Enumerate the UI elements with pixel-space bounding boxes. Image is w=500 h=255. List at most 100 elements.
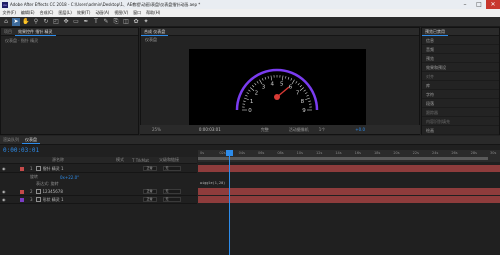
layer-bar-1[interactable] <box>198 165 500 172</box>
eraser-icon[interactable]: ◫ <box>122 18 130 26</box>
layer-row-1[interactable]: ◉ 1 指针 精灵 1 正常 无 <box>0 165 197 173</box>
layer-name[interactable]: 形状 精灵 1 <box>43 197 113 203</box>
expression-property[interactable]: 表达式: 旋转 <box>36 181 59 187</box>
time-ruler[interactable]: 0s 02s 04s 06s 08s 10s 12s 14s 16s 18s 20s 22s 24s 26… <box>198 150 500 162</box>
layer-mode-select[interactable]: 正常 <box>142 189 157 194</box>
menu-composition[interactable]: 合成(C) <box>37 10 56 16</box>
puppet-icon[interactable]: ✦ <box>142 18 150 26</box>
tab-effect-controls[interactable]: 效果控件 指针 精灵 <box>15 28 56 36</box>
viewer-subtab[interactable]: 仪表盘 <box>141 36 419 44</box>
panel-preview[interactable]: 预览 <box>422 54 499 63</box>
shape-layer-icon <box>35 166 41 171</box>
window-title: Adobe After Effects CC 2018 - C:\Users\a… <box>10 1 201 7</box>
ruler-label: 16s <box>354 151 361 155</box>
layer-row-3[interactable]: ◉ 3 形状 精灵 1 正常 无 <box>0 196 197 204</box>
rectangle-icon[interactable]: ▭ <box>72 18 80 26</box>
ruler-label: 0s <box>200 151 205 155</box>
work-area-bar[interactable] <box>198 157 488 160</box>
camera-icon[interactable]: ◰ <box>52 18 60 26</box>
tab-project[interactable]: 项目 <box>1 28 15 36</box>
menu-file[interactable]: 文件(F) <box>0 10 18 16</box>
layer-name[interactable]: 指针 精灵 1 <box>43 166 113 172</box>
label-color-swatch[interactable] <box>19 189 24 194</box>
ruler-label: 24s <box>432 151 439 155</box>
layer-parent-select[interactable]: 无 <box>162 166 181 171</box>
panel-paragraph[interactable]: 段落 <box>422 99 499 108</box>
pen-icon[interactable]: ✒ <box>82 18 90 26</box>
ruler-label: 10s <box>296 151 303 155</box>
layer-mode-select[interactable]: 正常 <box>142 197 157 202</box>
panel-libraries[interactable]: 库 <box>422 81 499 90</box>
hand-icon[interactable]: ✋ <box>22 18 30 26</box>
brush-icon[interactable]: ✎ <box>102 18 110 26</box>
home-icon[interactable]: ⌂ <box>2 18 10 26</box>
camera-select[interactable]: 活动摄像机 <box>289 127 309 133</box>
ruler-label: 26s <box>451 151 458 155</box>
playhead-handle[interactable] <box>226 150 233 156</box>
panel-character[interactable]: 字符 <box>422 90 499 99</box>
layer-mode-select[interactable]: 正常 <box>142 166 157 171</box>
viewer-timecode[interactable]: 0:00:03:01 <box>199 127 221 132</box>
layer-parent-select[interactable]: 无 <box>162 189 181 194</box>
visibility-eye-icon[interactable]: ◉ <box>2 166 6 171</box>
ruler-label: 04s <box>238 151 245 155</box>
visibility-eye-icon[interactable]: ◉ <box>2 197 6 202</box>
menu-edit[interactable]: 编辑(E) <box>18 10 37 16</box>
layer-number: 1 <box>29 166 33 171</box>
tab-timeline-comp[interactable]: 仪表盘 <box>22 136 40 144</box>
gauge-number: 8 <box>301 99 305 105</box>
minimize-button[interactable]: – <box>458 0 472 9</box>
panel-info[interactable]: 信息 <box>422 36 499 45</box>
viewer-tabs: 合成 仪表盘 <box>141 28 419 36</box>
clone-icon[interactable]: ⎘ <box>112 18 120 26</box>
tab-render-queue[interactable]: 渲染队列 <box>0 136 22 144</box>
menu-animation[interactable]: 动画(A) <box>93 10 112 16</box>
maximize-button[interactable]: □ <box>472 0 486 9</box>
close-button[interactable]: ✕ <box>486 0 500 9</box>
composition-canvas[interactable]: 0123456789 <box>189 49 366 125</box>
timeline-current-time[interactable]: 0:00:03:01 <box>3 147 39 154</box>
select-arrow-icon[interactable]: ➤ <box>12 17 20 26</box>
zoom-icon[interactable]: ⚲ <box>32 18 40 26</box>
ae-app-icon: Ae <box>2 1 8 8</box>
menu-view[interactable]: 视图(V) <box>112 10 131 16</box>
menu-help[interactable]: 帮助(H) <box>144 10 163 16</box>
gauge-tick <box>295 81 298 84</box>
panel-paint[interactable]: 绘画 <box>422 126 499 135</box>
resolution-select[interactable]: 完整 <box>261 127 269 133</box>
expression-text[interactable]: wiggle(1,20) <box>200 181 225 185</box>
rotation-value[interactable]: 0x+22.0° <box>60 175 79 180</box>
menu-layer[interactable]: 图层(L) <box>56 10 74 16</box>
layer-row-2[interactable]: ◉ 2 12345678 正常 无 <box>0 188 197 196</box>
panel-audio[interactable]: 音频 <box>422 45 499 54</box>
visibility-eye-icon[interactable]: ◉ <box>2 189 6 194</box>
panel-effects-presets[interactable]: 效果和预设 <box>422 63 499 72</box>
rotate-icon[interactable]: ↻ <box>42 18 50 26</box>
panel-align[interactable]: 对齐 <box>422 72 499 81</box>
layer-parent-select[interactable]: 无 <box>162 197 181 202</box>
rotation-property[interactable]: 旋转 0x+22.0° <box>30 174 79 180</box>
preview-disabled-label: 预览已禁用 <box>422 28 448 36</box>
menu-effect[interactable]: 效果(T) <box>74 10 93 16</box>
layer-name[interactable]: 12345678 <box>43 189 113 194</box>
view-layout-select[interactable]: 1个 <box>319 127 326 133</box>
panel-content-aware-fill[interactable]: 内容识别填充 <box>422 117 499 126</box>
panel-tracker[interactable]: 跟踪器 <box>422 108 499 117</box>
gauge-number: 5 <box>280 81 284 87</box>
layer-column-header: 源名称 模式 T TrkMat 父级和链接 <box>0 157 197 164</box>
ruler-label: 28s <box>470 151 477 155</box>
tab-composition[interactable]: 合成 仪表盘 <box>141 28 169 36</box>
type-icon[interactable]: T <box>92 18 100 26</box>
pan-behind-icon[interactable]: ✥ <box>62 18 70 26</box>
gauge-tick <box>261 78 264 81</box>
playhead-line[interactable] <box>229 150 230 255</box>
gauge-tick <box>287 77 290 80</box>
layer-bar-2[interactable] <box>198 188 500 195</box>
roto-icon[interactable]: ✿ <box>132 18 140 26</box>
menu-window[interactable]: 窗口 <box>131 10 144 16</box>
label-color-swatch[interactable] <box>19 197 24 202</box>
exposure-value[interactable]: +0.0 <box>355 127 365 132</box>
zoom-level[interactable]: 25% <box>152 127 161 132</box>
layer-bar-3[interactable] <box>198 196 500 203</box>
label-color-swatch[interactable] <box>19 166 24 171</box>
